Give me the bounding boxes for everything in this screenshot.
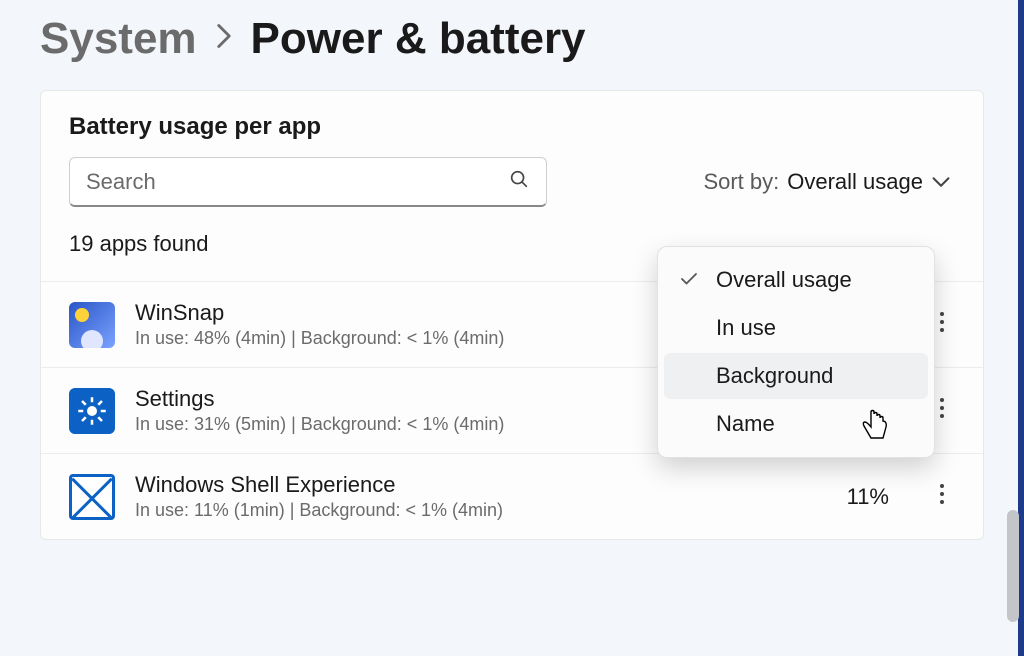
sort-value: Overall usage	[787, 169, 923, 195]
chevron-right-icon	[215, 22, 233, 57]
panel-title: Battery usage per app	[41, 91, 983, 157]
sort-menu: Overall usage In use Background Name	[657, 246, 935, 458]
chevron-down-icon	[931, 169, 951, 195]
sort-option-label: In use	[716, 315, 776, 341]
app-icon-winsnap	[69, 302, 115, 348]
search-sort-row: Sort by: Overall usage	[41, 157, 983, 221]
app-row[interactable]: Windows Shell Experience In use: 11% (1m…	[41, 453, 983, 539]
app-percent: 11%	[827, 484, 909, 510]
sort-option-label: Overall usage	[716, 267, 852, 293]
scrollbar-thumb[interactable]	[1007, 510, 1019, 622]
sort-option-background[interactable]: Background	[664, 353, 928, 399]
sort-label: Sort by:	[703, 169, 779, 195]
search-input-wrap[interactable]	[69, 157, 547, 207]
breadcrumb: System Power & battery	[0, 0, 1024, 64]
search-icon	[508, 168, 530, 195]
more-options-button[interactable]	[929, 476, 955, 517]
app-name: Windows Shell Experience	[135, 472, 807, 498]
app-icon-settings	[69, 388, 115, 434]
sort-option-name[interactable]: Name	[664, 401, 928, 447]
breadcrumb-current: Power & battery	[251, 14, 586, 64]
sort-option-overall[interactable]: Overall usage	[664, 257, 928, 303]
breadcrumb-parent[interactable]: System	[40, 14, 197, 64]
sort-option-inuse[interactable]: In use	[664, 305, 928, 351]
sort-by-dropdown[interactable]: Sort by: Overall usage	[703, 169, 955, 195]
app-subtext: In use: 11% (1min) | Background: < 1% (4…	[135, 500, 807, 521]
sort-option-label: Background	[716, 363, 833, 389]
app-icon-shell	[69, 474, 115, 520]
app-text: Windows Shell Experience In use: 11% (1m…	[135, 472, 807, 521]
sort-option-label: Name	[716, 411, 775, 437]
check-icon	[680, 270, 702, 291]
search-input[interactable]	[86, 169, 508, 195]
